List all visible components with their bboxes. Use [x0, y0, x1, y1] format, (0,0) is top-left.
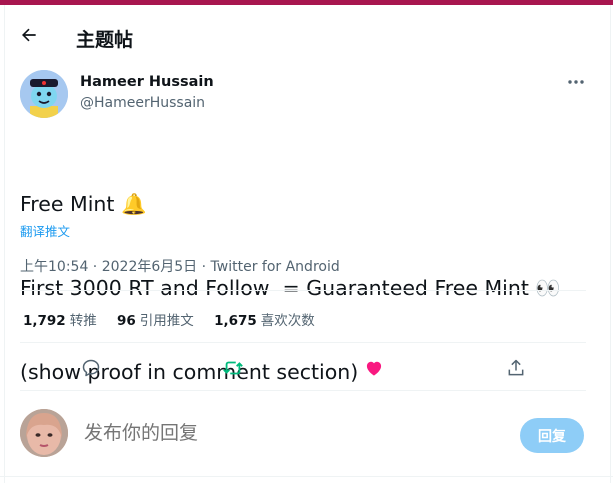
- reply-icon: [82, 359, 100, 377]
- tweet-line: Free Mint 🔔: [20, 192, 147, 216]
- quotes-count: 96: [117, 313, 136, 329]
- like-heart-icon: [366, 361, 382, 376]
- author-avatar-image: [20, 70, 68, 118]
- likes-stat[interactable]: 1,675 喜欢次数: [214, 309, 315, 329]
- retweet-icon: [223, 361, 243, 375]
- retweets-label: 转推: [69, 313, 97, 329]
- divider: [20, 390, 586, 391]
- quotes-label: 引用推文: [139, 313, 194, 329]
- back-button[interactable]: [17, 23, 41, 47]
- more-options-button[interactable]: [564, 72, 588, 92]
- tweet-actions: [20, 354, 586, 382]
- reply-input[interactable]: [82, 421, 486, 445]
- divider: [20, 342, 586, 343]
- meta-separator: ·: [197, 259, 211, 275]
- tweet-line: First 3000 RT and Follow = Guaranteed Fr…: [20, 276, 561, 300]
- tweet-stats: 1,792 转推 96 引用推文 1,675 喜欢次数: [23, 309, 331, 329]
- likes-label: 喜欢次数: [260, 313, 315, 329]
- user-avatar-image: [20, 409, 68, 457]
- more-dots-icon: [568, 80, 584, 84]
- author-avatar[interactable]: [20, 70, 68, 118]
- divider: [0, 476, 613, 477]
- reply-submit-button[interactable]: 回复: [520, 418, 584, 453]
- tweet-meta: 上午10:54 · 2022年6月5日 · Twitter for Androi…: [20, 256, 340, 276]
- page-header: 主题帖: [0, 5, 613, 58]
- share-icon: [508, 359, 524, 376]
- quotes-stat[interactable]: 96 引用推文: [117, 309, 194, 329]
- meta-separator: ·: [88, 259, 102, 275]
- tweet-source[interactable]: Twitter for Android: [211, 259, 340, 275]
- author-name[interactable]: Hameer Hussain: [80, 74, 214, 90]
- retweets-stat[interactable]: 1,792 转推: [23, 309, 97, 329]
- retweets-count: 1,792: [23, 313, 66, 329]
- user-avatar[interactable]: [20, 409, 68, 457]
- tweet-time[interactable]: 上午10:54: [20, 259, 88, 275]
- like-button[interactable]: [360, 354, 388, 382]
- share-button[interactable]: [502, 354, 530, 382]
- back-arrow-icon: [22, 28, 36, 42]
- reply-button[interactable]: [77, 354, 105, 382]
- page-title: 主题帖: [76, 29, 134, 51]
- reply-composer: 回复: [0, 396, 613, 483]
- likes-count: 1,675: [214, 313, 257, 329]
- tweet-date[interactable]: 2022年6月5日: [102, 259, 197, 275]
- retweet-button[interactable]: [219, 354, 247, 382]
- divider: [20, 290, 586, 291]
- author-handle[interactable]: @HameerHussain: [80, 95, 205, 111]
- translate-tweet-link[interactable]: 翻译推文: [20, 221, 70, 240]
